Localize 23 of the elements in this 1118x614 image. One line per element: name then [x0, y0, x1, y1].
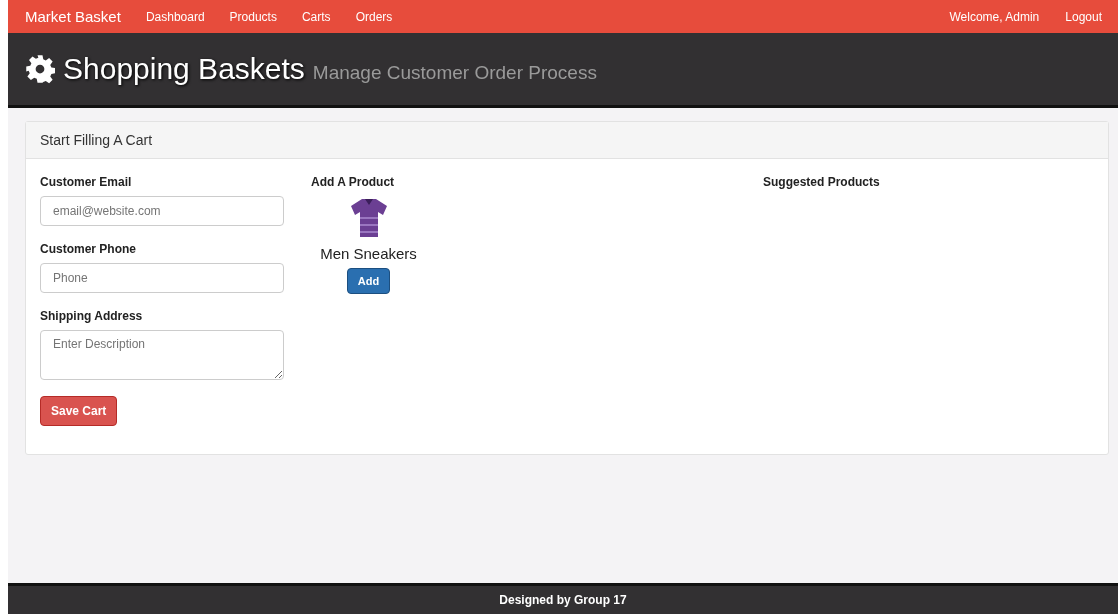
field-label: Customer Phone — [40, 242, 137, 256]
input-field[interactable]: email@website.com — [40, 196, 284, 226]
nav-link[interactable]: Welcome, Admin — [949, 9, 1040, 24]
gear-icon — [25, 54, 55, 84]
add-button[interactable]: Add — [346, 268, 391, 294]
nav-link[interactable]: Logout — [1065, 9, 1102, 24]
section-heading: Add A Product — [311, 175, 396, 189]
page-subtitle: Manage Customer Order Process — [312, 62, 597, 84]
field-label: Customer Email — [40, 175, 133, 189]
nav-link[interactable]: Orders — [355, 9, 393, 24]
brand-link[interactable]: Market Basket — [25, 8, 121, 25]
field-label: Shipping Address — [40, 309, 144, 323]
panel-title: Start Filling A Cart — [26, 122, 1108, 159]
save-cart-button[interactable]: Save Cart — [40, 396, 118, 426]
address-field[interactable]: Enter Description — [40, 330, 284, 380]
input-field[interactable]: Phone — [40, 263, 284, 293]
nav-link[interactable]: Dashboard — [145, 9, 205, 24]
nav-link[interactable]: Products — [229, 9, 277, 24]
section-heading: Suggested Products — [763, 175, 881, 189]
product-name: Men Sneakers — [320, 245, 417, 262]
footer-text: Designed by Group 17 — [499, 593, 627, 607]
page-title: Shopping Baskets — [63, 52, 305, 86]
nav-link[interactable]: Carts — [301, 9, 331, 24]
